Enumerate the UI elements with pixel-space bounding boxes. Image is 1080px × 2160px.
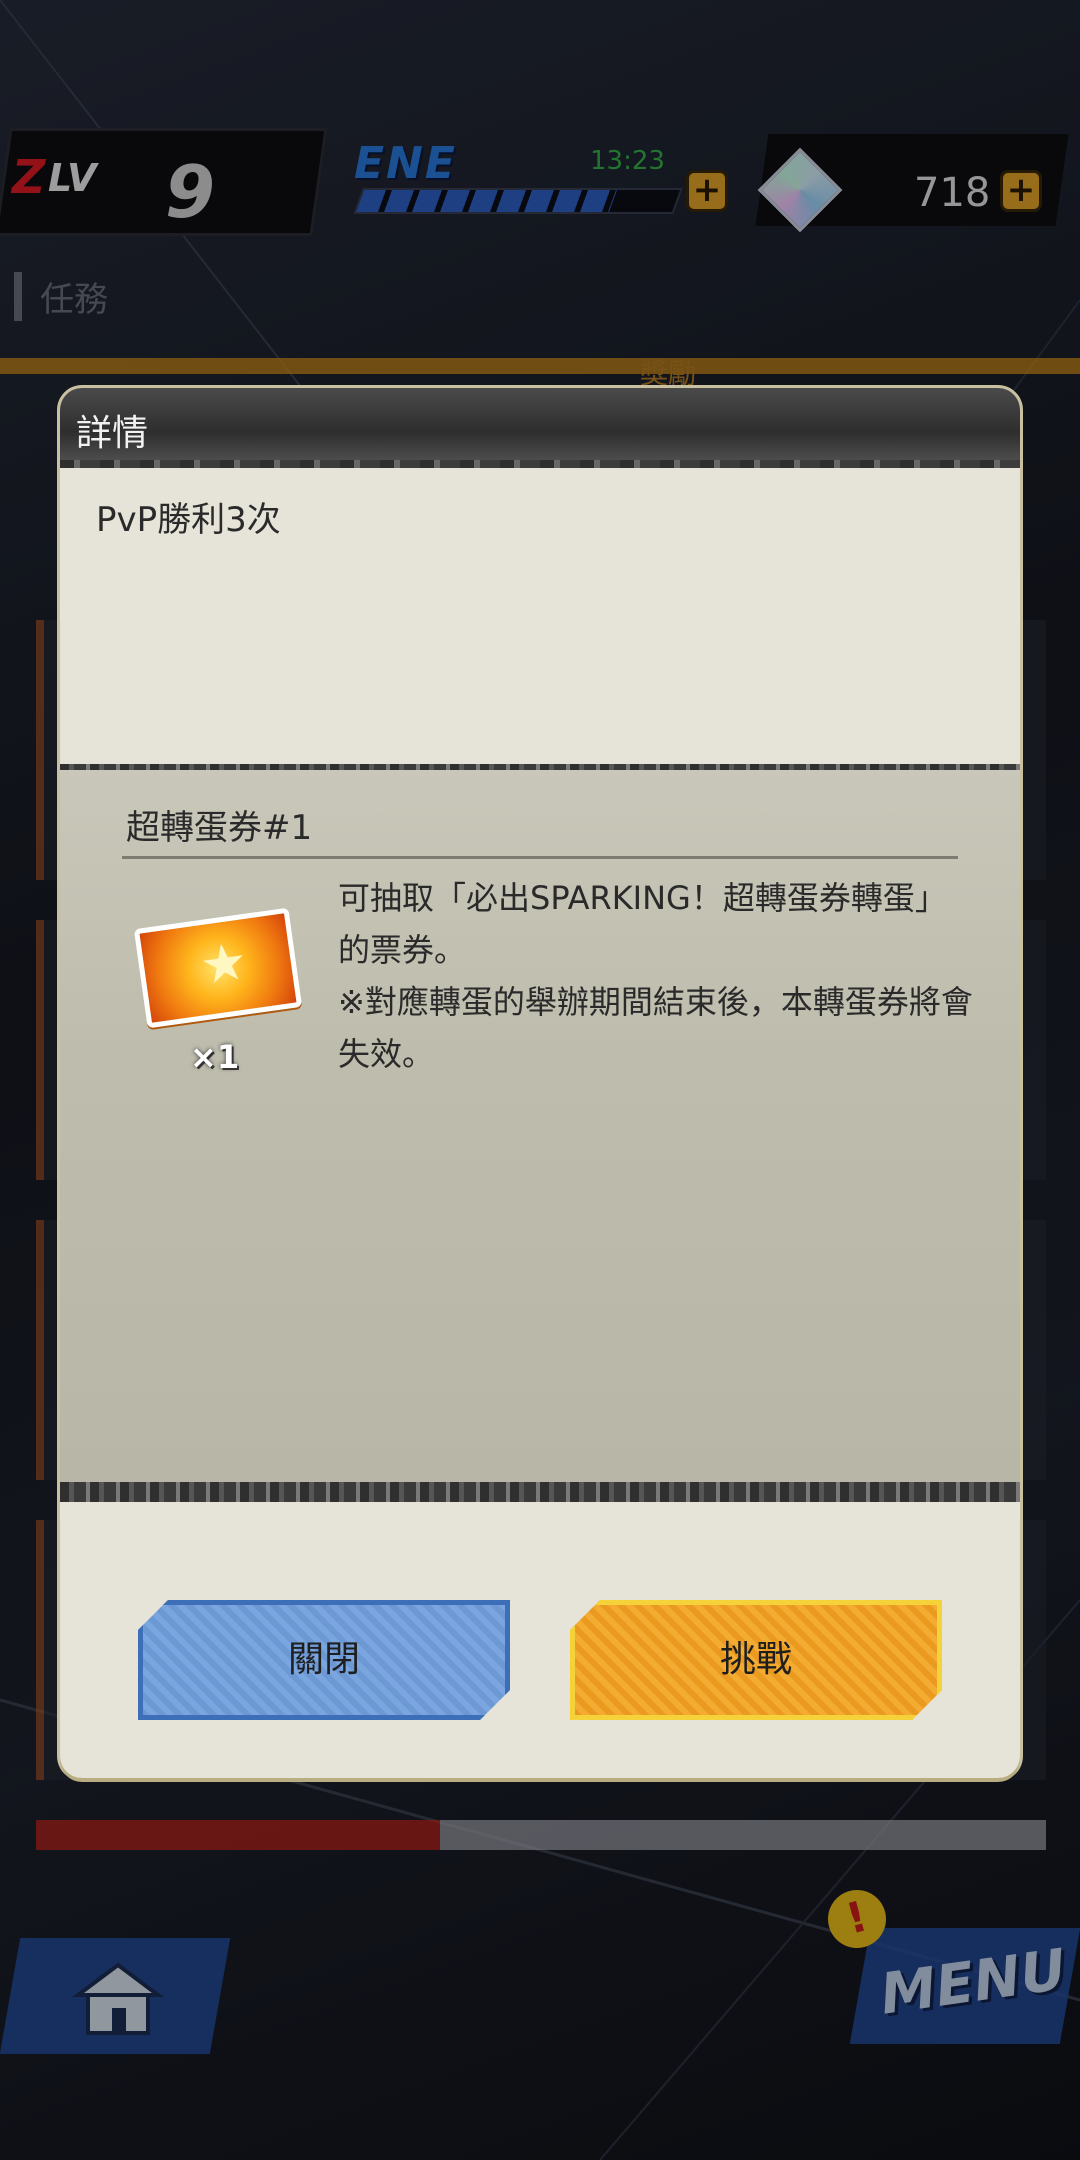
reward-description-line: ※對應轉蛋的舉辦期間結束後，本轉蛋券將會失效。 <box>338 983 973 1073</box>
dialog-title: 詳情 <box>76 413 149 454</box>
detail-dialog: 詳情 PvP勝利3次 超轉蛋券#1 ★ ×1 可抽取「必出SPARKING！超轉… <box>60 388 1020 1778</box>
mission-condition: PvP勝利3次 <box>96 500 281 540</box>
reward-name: 超轉蛋券#1 <box>126 808 313 848</box>
challenge-button[interactable]: 挑戰 <box>570 1600 942 1720</box>
star-icon: ★ <box>196 931 252 998</box>
reward-quantity: ×1 <box>190 1038 240 1076</box>
reward-description: 可抽取「必出SPARKING！超轉蛋券轉蛋」的票券。 ※對應轉蛋的舉辦期間結束後… <box>338 872 978 1080</box>
dialog-header: 詳情 <box>60 388 1020 478</box>
reward-description-line: 可抽取「必出SPARKING！超轉蛋券轉蛋」的票券。 <box>338 879 947 969</box>
close-button[interactable]: 關閉 <box>138 1600 510 1720</box>
panel-edge-decoration <box>60 1482 1020 1502</box>
reward-divider <box>122 856 958 859</box>
